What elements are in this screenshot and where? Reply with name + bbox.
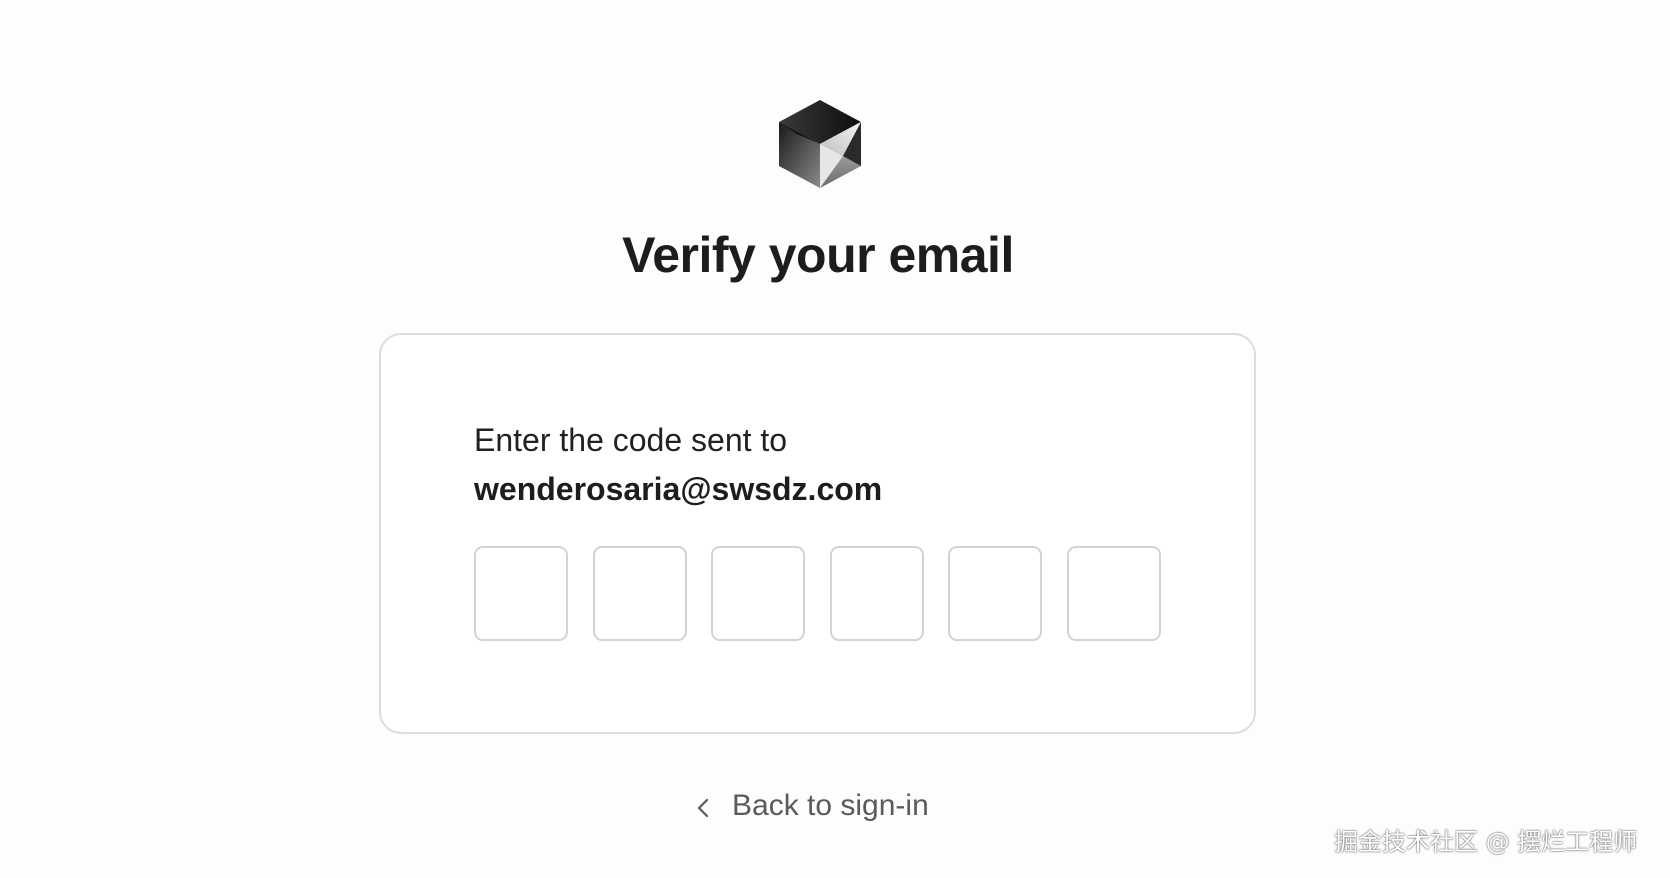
watermark-text: 掘金技术社区 @ 摆烂工程师 — [1334, 828, 1638, 856]
back-link-label: Back to sign-in — [732, 789, 929, 822]
verification-card — [379, 333, 1256, 734]
chevron-left-icon — [694, 794, 712, 818]
back-to-sign-in-link[interactable]: Back to sign-in — [694, 786, 929, 826]
page-title: Verify your email — [622, 227, 1014, 283]
code-digit-6[interactable] — [1066, 546, 1161, 641]
code-digit-4[interactable] — [829, 546, 924, 641]
code-prompt-text: Enter the code sent to — [474, 422, 788, 458]
code-digit-2[interactable] — [592, 546, 687, 641]
code-digit-1[interactable] — [474, 546, 568, 641]
recipient-email: wenderosaria@swsdz.com — [474, 471, 883, 507]
code-digit-5[interactable] — [948, 546, 1042, 641]
code-input-group — [474, 546, 1161, 641]
code-digit-3[interactable] — [711, 546, 805, 641]
cube-logo-icon — [773, 96, 867, 192]
